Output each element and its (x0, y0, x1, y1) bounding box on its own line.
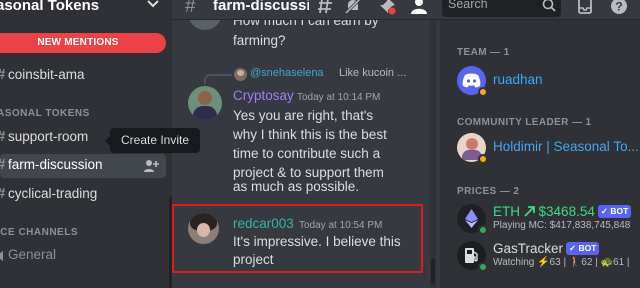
message-text: as much as possible. (233, 179, 360, 194)
hash-icon: # (0, 156, 5, 173)
threads-icon[interactable] (317, 0, 335, 15)
channel-label: support-room (8, 129, 89, 144)
message-text: farming? (233, 33, 286, 48)
role-header: COMMUNITY LEADER — 1 (457, 117, 592, 128)
category-voice-channels[interactable]: ICE CHANNELS (0, 227, 78, 238)
member-list: TEAM — 1 ruadhan COMMUNITY LEADER — 1 Ho… (440, 20, 640, 288)
role-header: TEAM — 1 (457, 47, 510, 58)
help-icon[interactable]: ? (610, 0, 628, 15)
channel-title: farm-discussion (213, 0, 309, 14)
message-list: How much I can earn by farming? @snehase… (172, 20, 440, 288)
member-name: GasTracker ✓ BOT (493, 241, 600, 256)
chat-scrollbar-track[interactable] (430, 20, 436, 288)
message-timestamp: Today at 10:54 PM (299, 220, 383, 231)
search-placeholder: Search (448, 0, 488, 11)
channel-header: # farm-discussion Search ? (172, 0, 640, 20)
voice-channel-general[interactable]: General (0, 244, 168, 268)
idle-status-icon (478, 87, 488, 97)
create-invite-tooltip: Create Invite (104, 128, 201, 153)
message-username[interactable]: Cryptosay (233, 88, 294, 103)
member-list-icon[interactable] (410, 0, 428, 15)
bot-tag: ✓ BOT (566, 242, 600, 255)
member-name: ETH $3468.54 ✓ BOT (493, 204, 632, 219)
reply-preview[interactable]: Like kucoin ... (339, 67, 406, 79)
member-status: Watching ⚡63 | 🚶62 | 🐢61 | (493, 257, 630, 268)
online-status-icon (478, 225, 488, 235)
channel-cyclical-trading[interactable]: # cyclical-trading (0, 183, 168, 207)
channel-label: coinsbit-ama (8, 67, 85, 82)
message-text: It's impressive. I believe this (233, 234, 401, 249)
avatar[interactable] (188, 86, 222, 120)
speaker-icon (0, 251, 3, 261)
reply-username[interactable]: @snehaselena (250, 67, 324, 79)
avatar[interactable] (188, 213, 219, 244)
channel-farm-discussion[interactable]: # farm-discussion (0, 154, 166, 178)
message-text: why I think this is the best (233, 127, 387, 142)
hash-icon: # (0, 128, 5, 145)
member-name: ruadhan (493, 72, 543, 87)
reply-avatar[interactable] (234, 68, 247, 81)
hash-icon: # (185, 0, 196, 17)
message-timestamp: Today at 10:14 PM (297, 92, 381, 103)
chevron-down-icon[interactable] (146, 0, 160, 11)
hash-icon: # (0, 66, 5, 83)
search-input[interactable]: Search (442, 0, 561, 17)
message-text: How much I can earn by (233, 20, 379, 28)
chat-scrollbar-thumb[interactable] (431, 258, 435, 284)
avatar[interactable] (188, 20, 222, 30)
channel-coinsbit-ama[interactable]: # coinsbit-ama (0, 64, 168, 88)
create-invite-icon[interactable] (143, 158, 159, 174)
pin-icon[interactable] (378, 0, 396, 15)
search-icon (542, 0, 556, 12)
channel-label: farm-discussion (8, 157, 103, 172)
inbox-icon[interactable] (576, 0, 594, 15)
reply-connector (204, 74, 232, 84)
channel-label: cyclical-trading (8, 186, 98, 201)
server-name: asonal Tokens (0, 0, 100, 14)
idle-status-icon (478, 154, 488, 164)
message-text: Yes you are right, that's (233, 108, 374, 123)
svg-text:?: ? (615, 0, 622, 14)
role-header: PRICES — 2 (457, 186, 520, 197)
arrow-up-icon (524, 206, 535, 217)
message-text: time to contribute such a (233, 146, 381, 161)
message-username[interactable]: redcar003 (233, 216, 294, 231)
gas-pump-icon (465, 248, 478, 263)
channel-label: General (8, 247, 57, 262)
server-header[interactable]: asonal Tokens (0, 0, 172, 20)
new-mentions-button[interactable]: NEW MENTIONS (0, 33, 166, 53)
member-name: Holdimir | Seasonal To... (493, 139, 639, 154)
hash-icon: # (0, 185, 5, 202)
category-seasonal-tokens[interactable]: ASONAL TOKENS (0, 108, 90, 119)
notification-bell-muted-icon[interactable] (344, 0, 362, 15)
ethereum-icon (465, 209, 478, 228)
member-status: Playing MC: $417,838,745,848 (493, 220, 631, 231)
online-status-icon (478, 262, 488, 272)
message-text: project (233, 252, 274, 267)
bot-tag: ✓ BOT (597, 205, 632, 218)
discord-logo-icon (462, 73, 481, 88)
